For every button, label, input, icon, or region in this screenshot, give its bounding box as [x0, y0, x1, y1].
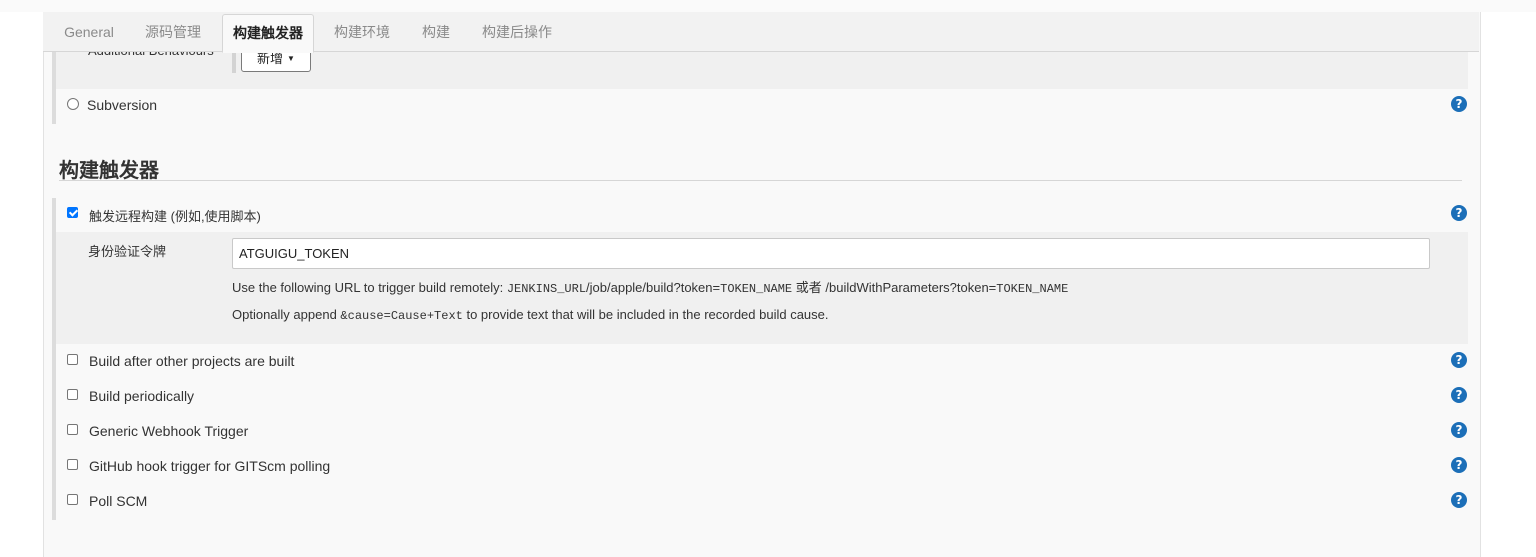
desc-code: &cause=Cause+Text	[340, 309, 463, 323]
help-icon[interactable]: ?	[1451, 387, 1467, 403]
github-hook-trigger-label[interactable]: GitHub hook trigger for GITScm polling	[89, 458, 330, 474]
section-title-build-triggers: 构建触发器	[59, 160, 159, 182]
generic-webhook-trigger-label[interactable]: Generic Webhook Trigger	[89, 423, 248, 439]
cause-description: Optionally append &cause=Cause+Text to p…	[232, 307, 829, 323]
tab-build[interactable]: 构建	[416, 14, 456, 51]
desc-text: /buildWithParameters?token=	[825, 280, 997, 295]
remote-trigger-checkbox[interactable]	[67, 207, 78, 218]
top-strip	[0, 0, 1536, 12]
auth-token-label: 身份验证令牌	[88, 244, 167, 259]
section-divider	[59, 180, 1462, 181]
desc-text: /job/apple/build?token=	[586, 280, 721, 295]
help-icon[interactable]: ?	[1451, 457, 1467, 473]
subversion-radio[interactable]	[67, 98, 79, 110]
scm-behaviours-bar	[232, 51, 236, 73]
tab-post-build[interactable]: 构建后操作	[475, 14, 559, 51]
desc-text: 或者	[792, 280, 826, 295]
generic-webhook-trigger-checkbox[interactable]	[67, 424, 78, 435]
desc-text: to provide text that will be included in…	[462, 307, 829, 322]
poll-scm-label[interactable]: Poll SCM	[89, 493, 147, 509]
auth-token-input[interactable]	[232, 238, 1430, 269]
subversion-label[interactable]: Subversion	[87, 97, 157, 113]
help-icon[interactable]: ?	[1451, 205, 1467, 221]
tab-scm[interactable]: 源码管理	[137, 14, 209, 51]
help-icon[interactable]: ?	[1451, 96, 1467, 112]
caret-down-icon: ▼	[287, 54, 295, 63]
help-icon[interactable]: ?	[1451, 352, 1467, 368]
build-after-other-projects-label[interactable]: Build after other projects are built	[89, 353, 294, 369]
poll-scm-checkbox[interactable]	[67, 494, 78, 505]
trigger-url-description: Use the following URL to trigger build r…	[232, 277, 1068, 296]
tab-bar: General 源码管理 构建触发器 构建环境 构建 构建后操作	[43, 12, 1479, 53]
desc-text: Optionally append	[232, 307, 341, 322]
desc-code: TOKEN_NAME	[720, 282, 793, 296]
github-hook-trigger-checkbox[interactable]	[67, 459, 78, 470]
tab-general[interactable]: General	[54, 14, 124, 51]
desc-code: JENKINS_URL	[506, 282, 587, 296]
scm-section-bar	[52, 51, 56, 124]
build-after-other-projects-checkbox[interactable]	[67, 354, 78, 365]
help-icon[interactable]: ?	[1451, 422, 1467, 438]
tab-build-triggers[interactable]: 构建触发器	[222, 14, 314, 53]
remote-trigger-label[interactable]: 触发远程构建 (例如,使用脚本)	[89, 206, 261, 225]
desc-text: Use the following URL to trigger build r…	[232, 280, 507, 295]
desc-code: TOKEN_NAME	[996, 282, 1069, 296]
build-periodically-label[interactable]: Build periodically	[89, 388, 194, 404]
build-periodically-checkbox[interactable]	[67, 389, 78, 400]
add-button-label: 新增	[257, 51, 284, 66]
tab-build-environment[interactable]: 构建环境	[326, 14, 398, 51]
help-icon[interactable]: ?	[1451, 492, 1467, 508]
